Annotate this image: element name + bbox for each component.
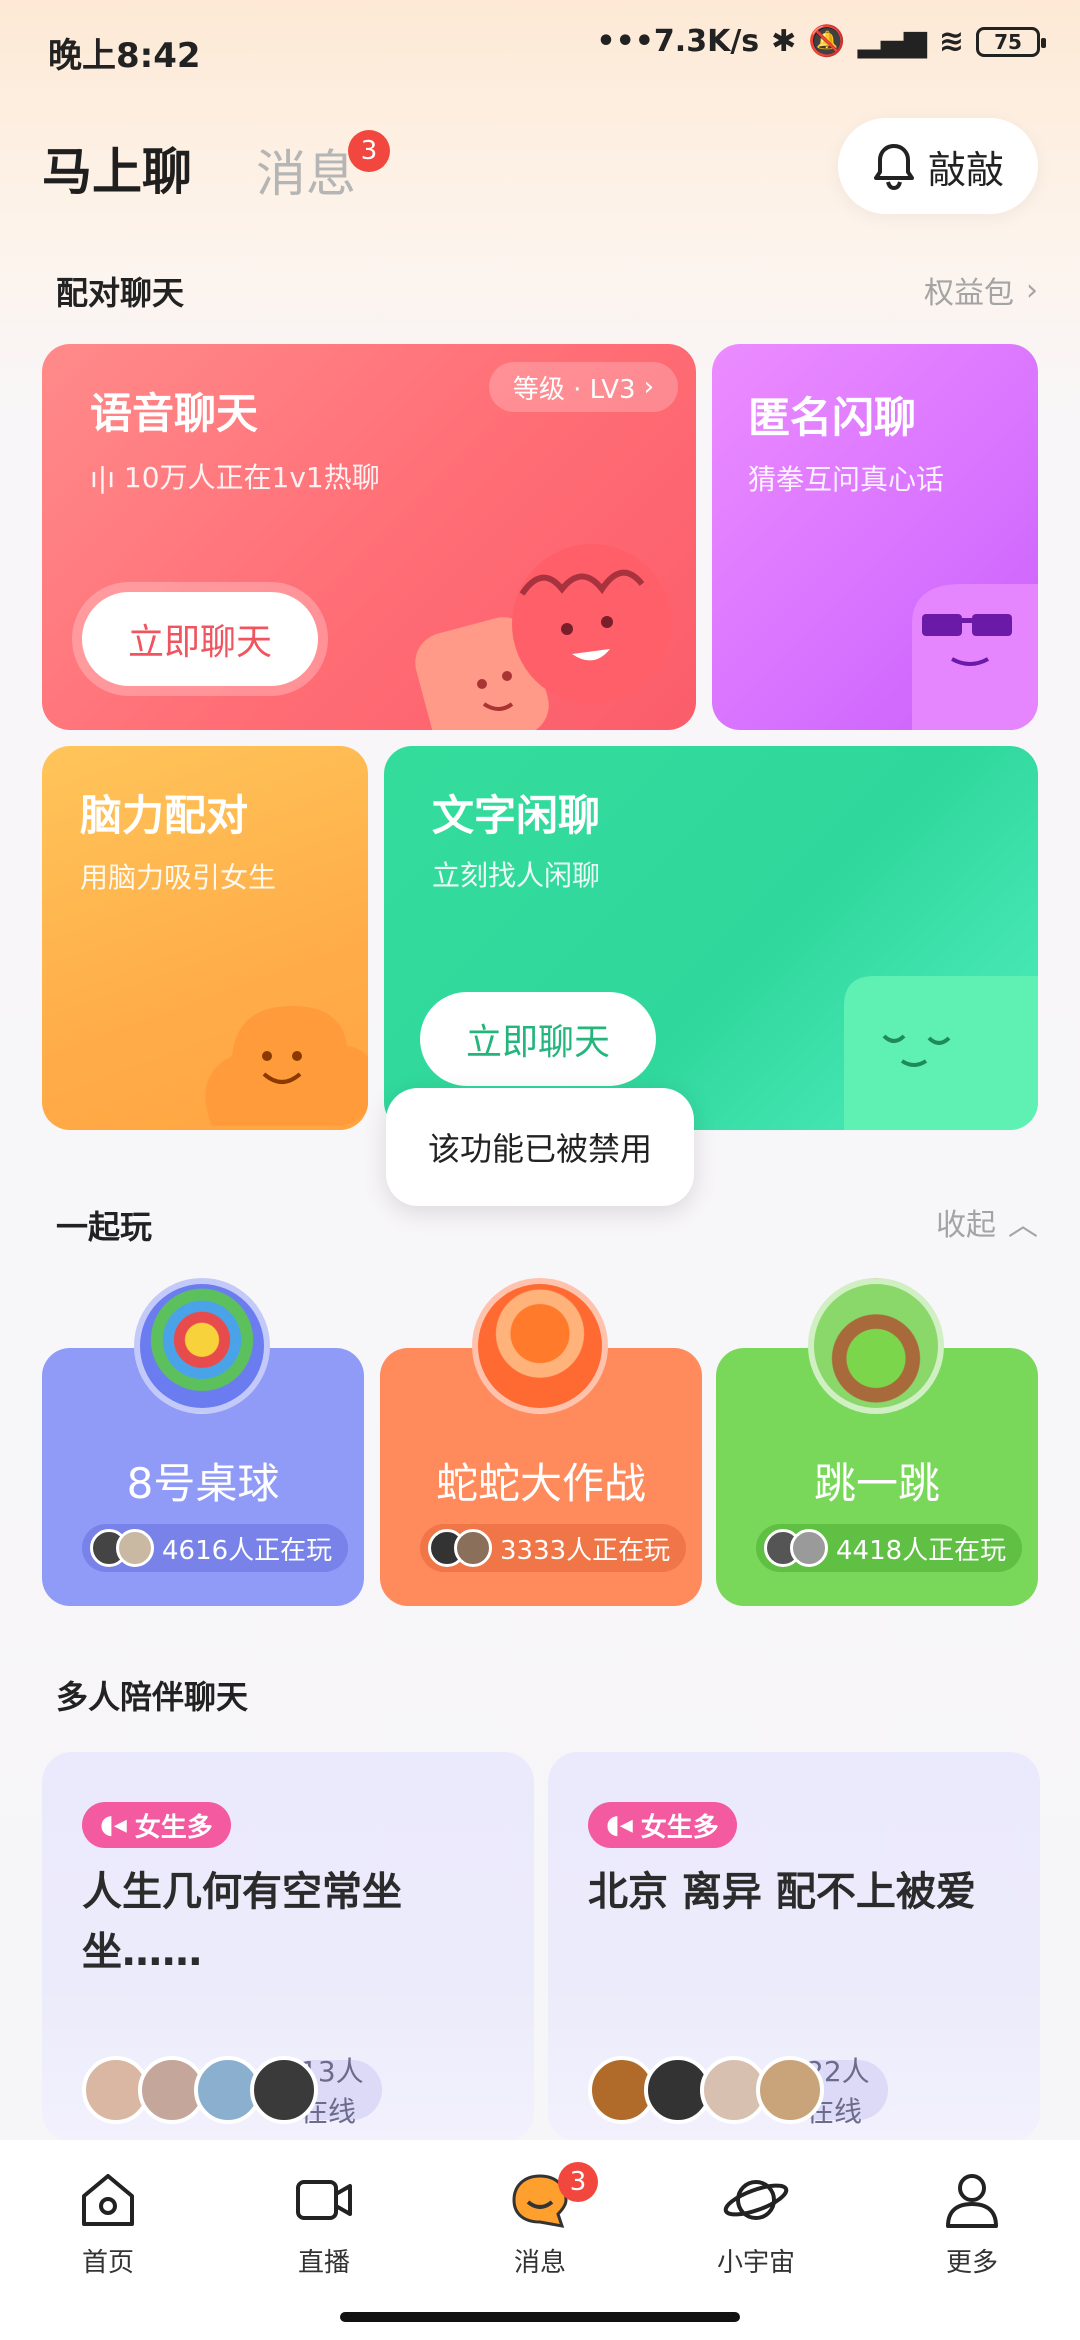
players-count: 4616人正在玩 bbox=[82, 1524, 349, 1572]
chevron-up-icon: ︿ bbox=[1008, 1208, 1038, 1243]
video-icon bbox=[296, 2180, 352, 2220]
players-label: 4616人正在玩 bbox=[162, 1535, 333, 1566]
sunglasses-mascot-icon bbox=[912, 584, 1038, 730]
chevron-right-icon: › bbox=[643, 372, 654, 402]
audio-wave-icon: ı|ı bbox=[90, 461, 124, 494]
voice-mascot-icon bbox=[415, 544, 672, 730]
home-icon bbox=[82, 2174, 134, 2226]
sound-icon: ◖◂ bbox=[100, 1810, 127, 1840]
signal-icon: ▂▄▆ bbox=[857, 24, 927, 59]
nav-label: 直播 bbox=[297, 2248, 350, 2278]
knock-button[interactable]: 敲敲 bbox=[838, 118, 1038, 214]
jump-game-icon bbox=[808, 1278, 944, 1414]
girls-many-tag: ◖◂ 女生多 bbox=[82, 1802, 231, 1848]
nav-label: 更多 bbox=[945, 2248, 998, 2278]
anonymous-chat-subtitle: 猜拳互问真心话 bbox=[748, 463, 945, 496]
snake-icon bbox=[472, 1278, 608, 1414]
disabled-toast: 该功能已被禁用 bbox=[386, 1088, 694, 1206]
sound-icon: ◖◂ bbox=[606, 1810, 633, 1840]
voice-chat-title: 语音聊天 bbox=[90, 389, 259, 438]
nav-messages[interactable]: 消息 3 bbox=[470, 2162, 610, 2279]
nav-label: 消息 bbox=[513, 2248, 566, 2278]
benefits-label: 权益包 bbox=[924, 276, 1014, 311]
benefits-link[interactable]: 权益包 › bbox=[924, 268, 1038, 312]
voice-chat-card[interactable]: 语音聊天 等级 · LV3 › ı|ı 10万人正在1v1热聊 立即聊天 bbox=[42, 344, 696, 730]
game-name: 蛇蛇大作战 bbox=[435, 1459, 646, 1508]
network-speed: •••7.3K/s bbox=[596, 24, 760, 59]
status-icons: •••7.3K/s ✱ 🔕 ▂▄▆ ≋ 75 bbox=[596, 24, 1046, 59]
text-chat-subtitle: 立刻找人闲聊 bbox=[432, 859, 601, 892]
bottom-nav: 首页 直播 消息 3 小宇宙 更多 bbox=[0, 2140, 1080, 2340]
room-members: 22人在线 bbox=[588, 2055, 888, 2128]
players-label: 4418人正在玩 bbox=[836, 1535, 1007, 1566]
sleepy-mascot-icon bbox=[844, 976, 1038, 1130]
level-label: 等级 · LV3 bbox=[512, 374, 636, 405]
collapse-label: 收起 bbox=[936, 1208, 996, 1243]
chevron-right-icon: › bbox=[1026, 272, 1038, 308]
brain-match-title: 脑力配对 bbox=[80, 791, 249, 840]
home-indicator[interactable] bbox=[340, 2312, 740, 2322]
voice-subtitle-text: 10万人正在1v1热聊 bbox=[123, 461, 380, 494]
nav-more[interactable]: 更多 bbox=[902, 2170, 1042, 2279]
room-members: 13人在线 bbox=[82, 2055, 382, 2128]
knock-label: 敲敲 bbox=[927, 147, 1004, 192]
room-card[interactable]: ◖◂ 女生多 北京 离异 配不上被爱 22人在线 bbox=[548, 1752, 1040, 2142]
person-icon bbox=[946, 2174, 998, 2228]
room-title: 人生几何有空常坐坐…… bbox=[82, 1869, 402, 1975]
players-label: 3333人正在玩 bbox=[500, 1535, 671, 1566]
nav-label: 首页 bbox=[81, 2248, 134, 2278]
section-title-group-chat: 多人陪伴聊天 bbox=[56, 1678, 249, 1716]
bell-icon bbox=[873, 144, 914, 190]
cloud-mascot-icon bbox=[205, 1006, 368, 1126]
avatar bbox=[454, 1529, 492, 1567]
battery-icon: 75 bbox=[976, 26, 1046, 57]
avatar bbox=[756, 2056, 824, 2124]
brain-match-subtitle: 用脑力吸引女生 bbox=[80, 861, 277, 894]
anonymous-chat-title: 匿名闪聊 bbox=[748, 393, 917, 442]
voice-chat-subtitle: ı|ı 10万人正在1v1热聊 bbox=[90, 456, 380, 496]
room-title: 北京 离异 配不上被爱 bbox=[588, 1869, 976, 1915]
section-title-pair-chat: 配对聊天 bbox=[56, 274, 185, 312]
players-count: 4418人正在玩 bbox=[756, 1524, 1023, 1572]
text-chat-title: 文字闲聊 bbox=[432, 791, 601, 840]
bluetooth-icon: ✱ bbox=[771, 24, 797, 59]
nav-universe[interactable]: 小宇宙 bbox=[686, 2170, 826, 2279]
mute-icon: 🔕 bbox=[808, 24, 846, 59]
tag-label: 女生多 bbox=[134, 1812, 213, 1843]
billiards-icon bbox=[134, 1278, 270, 1414]
game-name: 跳一跳 bbox=[813, 1459, 940, 1508]
game-name: 8号桌球 bbox=[126, 1459, 280, 1508]
nav-messages-badge: 3 bbox=[558, 2162, 598, 2202]
wifi-icon: ≋ bbox=[938, 24, 964, 59]
brain-match-card[interactable]: 脑力配对 用脑力吸引女生 bbox=[42, 746, 368, 1130]
status-time: 晚上8:42 bbox=[48, 36, 201, 76]
players-count: 3333人正在玩 bbox=[420, 1524, 687, 1572]
nav-label: 小宇宙 bbox=[716, 2248, 795, 2278]
messages-badge: 3 bbox=[348, 130, 390, 172]
voice-start-chat-button[interactable]: 立即聊天 bbox=[82, 592, 318, 686]
nav-live[interactable]: 直播 bbox=[254, 2170, 394, 2279]
level-pill[interactable]: 等级 · LV3 › bbox=[488, 362, 678, 412]
tag-label: 女生多 bbox=[640, 1812, 719, 1843]
avatar bbox=[790, 1529, 828, 1567]
avatar bbox=[250, 2056, 318, 2124]
tab-messages[interactable]: 消息 bbox=[256, 134, 356, 206]
avatar bbox=[116, 1529, 154, 1567]
planet-icon bbox=[723, 2180, 789, 2220]
collapse-button[interactable]: 收起 ︿ bbox=[936, 1200, 1038, 1244]
text-chat-card[interactable]: 文字闲聊 立刻找人闲聊 立即聊天 bbox=[384, 746, 1038, 1130]
anonymous-chat-card[interactable]: 匿名闪聊 猜拳互问真心话 bbox=[712, 344, 1038, 730]
girls-many-tag: ◖◂ 女生多 bbox=[588, 1802, 737, 1848]
text-start-chat-button[interactable]: 立即聊天 bbox=[420, 992, 656, 1086]
section-title-play-together: 一起玩 bbox=[56, 1208, 153, 1246]
room-card[interactable]: ◖◂ 女生多 人生几何有空常坐坐…… 13人在线 bbox=[42, 1752, 534, 2142]
nav-home[interactable]: 首页 bbox=[38, 2170, 178, 2279]
tab-match-chat[interactable]: 马上聊 bbox=[42, 132, 192, 204]
